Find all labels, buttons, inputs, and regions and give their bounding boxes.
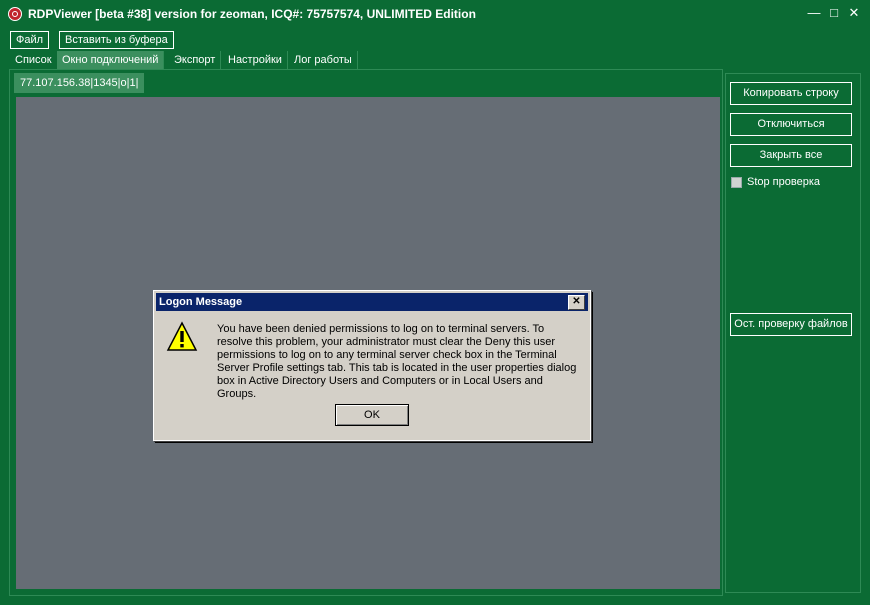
file-menu-button[interactable]: Файл	[10, 31, 50, 49]
maximize-button[interactable]: □	[824, 4, 844, 22]
window-title: RDPViewer [beta #38] version for zeoman,…	[28, 7, 476, 21]
ok-button[interactable]: OK	[335, 404, 409, 426]
stop-check-label: Stop проверка	[747, 176, 821, 188]
logon-message-dialog: Logon Message ✕ You have been denied per…	[153, 290, 591, 441]
dialog-title-bar: Logon Message ✕	[156, 293, 588, 311]
dialog-title: Logon Message	[159, 296, 243, 308]
close-all-button[interactable]: Закрыть все	[730, 144, 852, 167]
app-icon	[8, 7, 22, 21]
close-button[interactable]: ✕	[844, 4, 864, 22]
tab-export[interactable]: Экспорт	[169, 51, 222, 69]
stop-files-check-button[interactable]: Ост. проверку файлов	[730, 313, 852, 336]
connection-tab[interactable]: 77.107.156.38|1345|o|1|	[14, 73, 145, 93]
stop-check-checkbox[interactable]	[731, 177, 742, 188]
minimize-button[interactable]: —	[804, 4, 824, 22]
paste-from-clipboard-button[interactable]: Вставить из буфера	[59, 31, 174, 49]
copy-row-button[interactable]: Копировать строку	[730, 82, 852, 105]
disconnect-button[interactable]: Отключиться	[730, 113, 852, 136]
title-bar: RDPViewer [beta #38] version for zeoman,…	[0, 0, 870, 28]
tab-settings[interactable]: Настройки	[223, 51, 288, 69]
dialog-message: You have been denied permissions to log …	[217, 323, 577, 400]
warning-icon	[166, 321, 198, 351]
tab-connection-window[interactable]: Окно подключений	[57, 51, 165, 69]
tab-work-log[interactable]: Лог работы	[289, 51, 358, 69]
dialog-close-button[interactable]: ✕	[568, 295, 585, 310]
tab-list[interactable]: Список	[10, 51, 58, 69]
